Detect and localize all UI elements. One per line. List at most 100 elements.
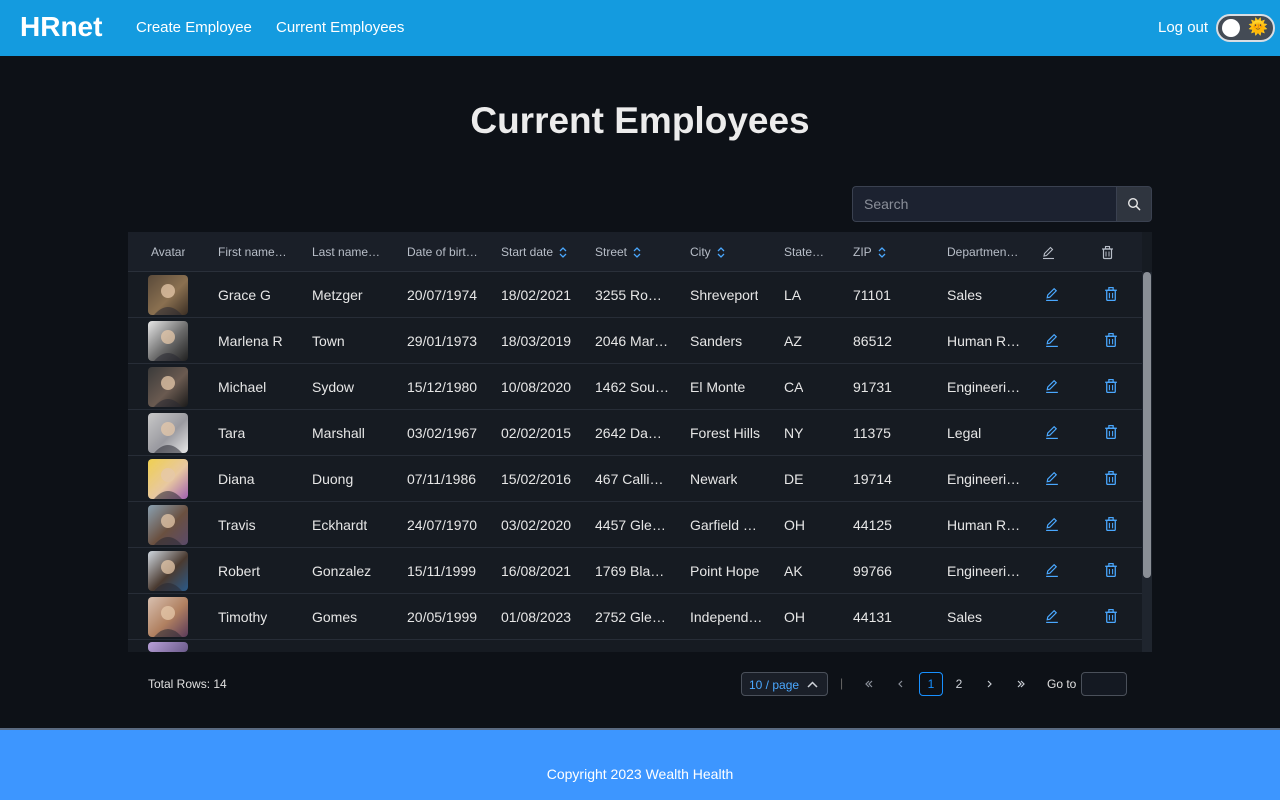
cell-state: NY [784,425,804,441]
cell-first: Michael [218,379,267,395]
edit-icon[interactable] [1044,608,1060,624]
cell-dob: 15/11/1999 [407,563,477,579]
table-scrollbar[interactable] [1142,272,1152,652]
cell-state: LA [784,287,802,303]
cell-dept: Human R… [947,333,1021,349]
cell-city: Garfield … [690,517,757,533]
nav-create-employee[interactable]: Create Employee [136,19,252,36]
table-row[interactable]: Diana Duong 07/11/1986 15/02/2016 467 Calli…… [128,456,1142,502]
sort-icon[interactable] [559,247,567,259]
page-2-button[interactable]: 2 [947,672,971,696]
column-header-label: Start date [501,245,554,259]
table-row[interactable]: Travis Eckhardt 24/07/1970 03/02/2020 4457 G… [128,502,1142,548]
avatar [148,321,188,361]
column-header[interactable]: First name… [218,245,287,259]
logout-link[interactable]: Log out [1158,19,1208,36]
column-header[interactable]: Last name… [312,245,380,259]
cell-first: Diana [218,471,255,487]
column-header-label: Last name… [312,245,381,259]
column-header[interactable]: Street [595,245,641,259]
cell-street: 1462 Sou… [595,379,669,395]
sun-icon: 🌞 [1248,19,1268,36]
column-header[interactable]: Avatar [151,245,185,259]
cell-city: Newark [690,471,738,487]
cell-last: Gomes [312,609,358,625]
scrollbar-thumb[interactable] [1143,272,1151,578]
column-header-label: First name… [218,245,287,259]
cell-street: 2642 Da… [595,425,662,441]
delete-icon[interactable] [1103,470,1119,486]
table-row[interactable]: Tara Marshall 03/02/1967 02/02/2015 2642 Da…… [128,410,1142,456]
cell-zip: 19714 [853,471,892,487]
search-bar [852,186,1152,222]
avatar [148,413,188,453]
chevron-left-icon [898,680,903,688]
delete-icon[interactable] [1103,424,1119,440]
column-header[interactable]: State… [784,245,824,259]
edit-icon[interactable] [1044,378,1060,394]
cell-dept: Sales [947,609,983,625]
delete-icon[interactable] [1103,378,1119,394]
goto-page-input[interactable] [1081,672,1127,696]
column-header[interactable]: City [690,245,725,259]
cell-state: DE [784,471,804,487]
cell-start: 10/08/2020 [501,379,572,395]
delete-icon[interactable] [1103,608,1119,624]
prev-page-button[interactable] [889,672,913,696]
column-header-label: State… [784,245,825,259]
copyright-text: Copyright 2023 Wealth Health [546,766,734,782]
cell-city: El Monte [690,379,746,395]
edit-icon[interactable] [1044,516,1060,532]
cell-city: Shreveport [690,287,759,303]
search-button[interactable] [1116,186,1152,222]
column-header[interactable]: Departmen… [947,245,1018,259]
cell-street: 3255 Ro… [595,287,662,303]
page-size-select[interactable]: 10 / page [741,672,828,696]
cell-street: 2046 Mar… [595,333,669,349]
edit-icon[interactable] [1044,470,1060,486]
sort-icon[interactable] [878,247,886,259]
table-row[interactable]: Marlena R Town 29/01/1973 18/03/2019 2046 Ma… [128,318,1142,364]
delete-icon[interactable] [1103,286,1119,302]
first-page-button[interactable] [857,672,881,696]
avatar [148,597,188,637]
cell-dob: 24/07/1970 [407,517,478,533]
edit-icon[interactable] [1044,332,1060,348]
cell-last: Gonzalez [312,563,372,579]
table-row[interactable]: Grace G Metzger 20/07/1974 18/02/2021 3255 R… [128,272,1142,318]
cell-dept: Human R… [947,517,1021,533]
avatar [148,551,188,591]
next-page-button[interactable] [977,672,1001,696]
last-page-button[interactable] [1009,672,1033,696]
cell-first: Grace G [218,287,271,303]
cell-zip: 91731 [853,379,892,395]
theme-toggle[interactable]: 🌞 [1216,14,1275,42]
delete-icon[interactable] [1103,332,1119,348]
cell-dob: 03/02/1967 [407,425,478,441]
column-header[interactable]: Start date [501,245,567,259]
table-row[interactable]: Michael Sydow 15/12/1980 10/08/2020 1462 Sou… [128,364,1142,410]
sort-icon[interactable] [717,247,725,259]
table-row[interactable]: Timothy Gomes 20/05/1999 01/08/2023 2752 Gle… [128,594,1142,640]
sort-icon[interactable] [633,247,641,259]
cell-zip: 99766 [853,563,892,579]
table-row[interactable]: Robert Gonzalez 15/11/1999 16/08/2021 1769 B… [128,548,1142,594]
edit-icon[interactable] [1044,424,1060,440]
column-header[interactable]: ZIP [853,245,886,259]
column-header-label: Avatar [151,245,186,259]
cell-dob: 15/12/1980 [407,379,478,395]
cell-dob: 07/11/1986 [407,471,477,487]
column-header[interactable]: Date of birt… [407,245,478,259]
cell-zip: 86512 [853,333,892,349]
page-1-button[interactable]: 1 [919,672,943,696]
cell-first: Travis [218,517,256,533]
cell-dob: 29/01/1973 [407,333,478,349]
brand-logo[interactable]: HRnet [20,11,102,43]
edit-icon[interactable] [1044,562,1060,578]
search-input[interactable] [852,186,1116,222]
delete-icon[interactable] [1103,516,1119,532]
delete-icon[interactable] [1103,562,1119,578]
edit-icon[interactable] [1044,286,1060,302]
double-chevron-left-icon [865,680,873,688]
nav-current-employees[interactable]: Current Employees [276,19,404,36]
